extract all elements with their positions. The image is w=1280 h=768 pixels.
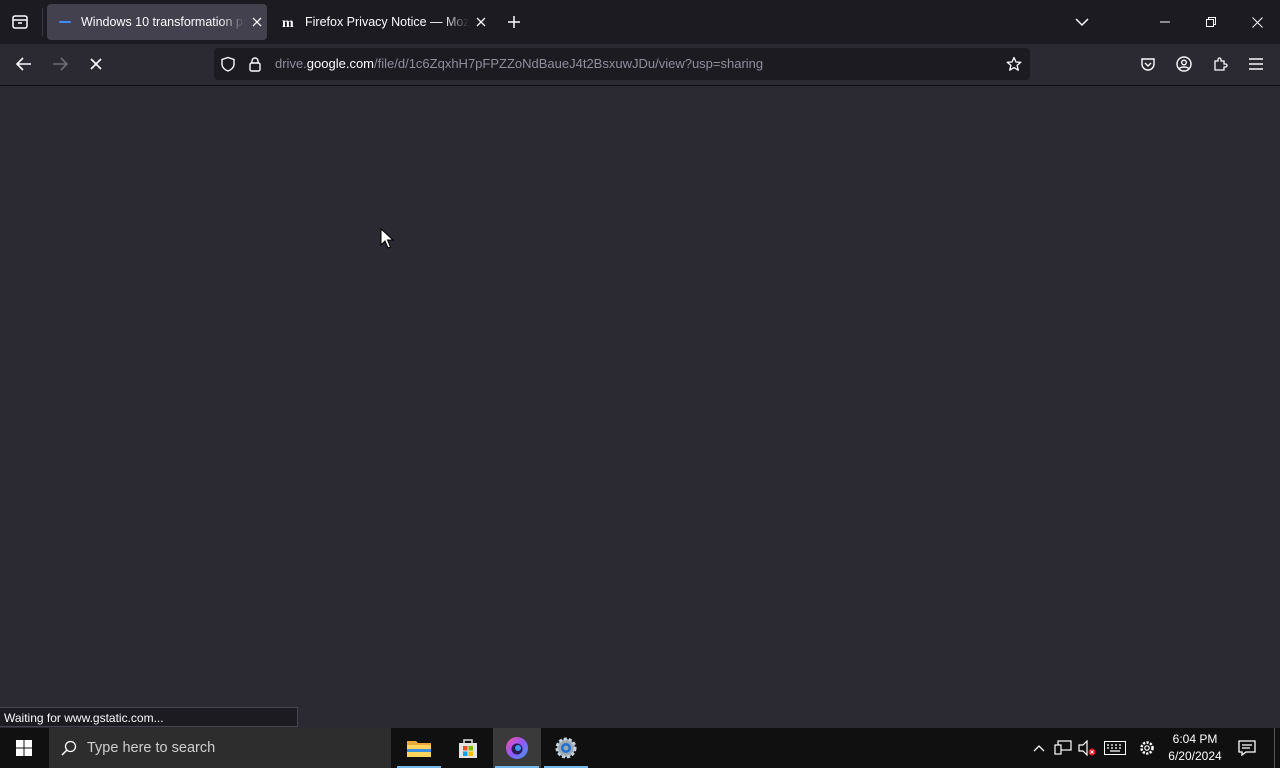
back-button[interactable] — [9, 49, 39, 79]
chevron-down-icon — [1075, 18, 1089, 27]
taskbar-app-microsoft-store[interactable] — [444, 728, 492, 768]
firefox-view-icon — [12, 15, 28, 29]
navigation-toolbar: drive.google.com/file/d/1c6ZqxhH7pFPZZoN… — [0, 44, 1280, 86]
show-desktop-button[interactable] — [1274, 728, 1275, 768]
tray-settings-button[interactable] — [1137, 738, 1157, 758]
notification-icon — [1238, 740, 1256, 756]
forward-button[interactable] — [45, 49, 75, 79]
puzzle-piece-icon — [1214, 57, 1228, 71]
close-icon — [252, 17, 262, 27]
tab-close-button[interactable] — [471, 12, 491, 32]
window-close-button[interactable] — [1234, 0, 1280, 44]
close-icon — [1251, 16, 1263, 28]
minimize-icon — [1160, 21, 1170, 23]
url-prefix: drive. — [275, 56, 307, 71]
tab-windows10-transformation[interactable]: Windows 10 transformation pack — [47, 4, 267, 40]
taskbar-clock[interactable]: 6:04 PM 6/20/2024 — [1164, 731, 1226, 765]
clock-time: 6:04 PM — [1172, 732, 1218, 746]
stop-x-icon — [90, 58, 102, 70]
tab-separator — [42, 8, 43, 36]
settings-gear-icon — [555, 737, 577, 759]
windows-logo-icon — [16, 740, 32, 756]
taskbar-app-file-explorer[interactable] — [395, 728, 443, 768]
url-domain: google.com — [306, 56, 375, 71]
lock-icon[interactable] — [248, 56, 262, 77]
volume-tray-button[interactable] — [1077, 738, 1097, 758]
app-menu-button[interactable] — [1241, 49, 1271, 79]
restore-button[interactable] — [1188, 0, 1234, 44]
star-icon — [1006, 56, 1022, 71]
tab-title: Firefox Privacy Notice — Mozilla — [305, 15, 469, 29]
restore-icon — [1206, 17, 1216, 27]
mouse-cursor-icon — [380, 228, 394, 249]
clock-date: 6/20/2024 — [1168, 749, 1222, 763]
show-hidden-icons-button[interactable] — [1029, 738, 1049, 758]
status-panel: Waiting for www.gstatic.com... — [0, 707, 298, 727]
action-center-button[interactable] — [1236, 738, 1258, 758]
close-icon — [476, 17, 486, 27]
pocket-button[interactable] — [1133, 49, 1163, 79]
taskbar-app-firefox[interactable] — [493, 728, 541, 768]
start-button[interactable] — [0, 728, 48, 768]
arrow-right-icon — [53, 57, 68, 71]
bookmark-star-button[interactable] — [1002, 52, 1026, 76]
plus-icon — [508, 16, 520, 28]
url-text[interactable]: drive.google.com/file/d/1c6ZqxhH7pFPZZoN… — [275, 56, 763, 71]
firefox-icon — [506, 737, 528, 759]
volume-muted-icon — [1078, 740, 1096, 756]
url-path: /file/d/1c6ZqxhH7pFPZZoNdBaueJ4t2BsxuwJD… — [374, 56, 764, 71]
tracking-protection-shield-icon[interactable] — [220, 56, 236, 77]
tab-strip: Windows 10 transformation pack m Firefox… — [0, 0, 1280, 44]
account-button[interactable] — [1169, 49, 1199, 79]
pocket-icon — [1141, 58, 1155, 71]
search-icon — [61, 740, 77, 756]
tab-close-button[interactable] — [247, 12, 267, 32]
account-icon — [1176, 56, 1192, 72]
list-all-tabs-button[interactable] — [1068, 8, 1096, 36]
stop-button[interactable] — [81, 49, 111, 79]
mozilla-m-icon: m — [281, 14, 297, 30]
url-bar[interactable]: drive.google.com/file/d/1c6ZqxhH7pFPZZoN… — [214, 48, 1030, 80]
taskbar-search-box[interactable]: Type here to search — [49, 728, 391, 768]
tab-firefox-privacy-notice[interactable]: m Firefox Privacy Notice — Mozilla — [271, 4, 491, 40]
file-explorer-icon — [407, 741, 431, 757]
tab-title: Windows 10 transformation pack — [81, 15, 245, 29]
drive-loading-icon — [57, 14, 73, 30]
arrow-left-icon — [16, 57, 31, 71]
taskbar-app-settings[interactable] — [542, 728, 590, 768]
keyboard-icon — [1104, 741, 1126, 755]
search-placeholder: Type here to search — [87, 740, 216, 756]
network-icon — [1054, 740, 1072, 755]
gear-icon — [1140, 741, 1154, 755]
new-tab-button[interactable] — [500, 8, 528, 36]
taskbar: Type here to search 6:04 PM 6/20/2024 — [0, 728, 1280, 768]
firefox-view-button[interactable] — [4, 6, 36, 38]
touch-keyboard-button[interactable] — [1103, 738, 1127, 758]
microsoft-store-icon — [459, 739, 477, 758]
svg-text:m: m — [282, 16, 294, 30]
chevron-up-icon — [1033, 745, 1045, 752]
extensions-button[interactable] — [1205, 49, 1235, 79]
minimize-button[interactable] — [1142, 0, 1188, 44]
network-tray-button[interactable] — [1053, 738, 1073, 758]
page-content[interactable] — [0, 86, 1280, 728]
hamburger-menu-icon — [1249, 58, 1263, 70]
